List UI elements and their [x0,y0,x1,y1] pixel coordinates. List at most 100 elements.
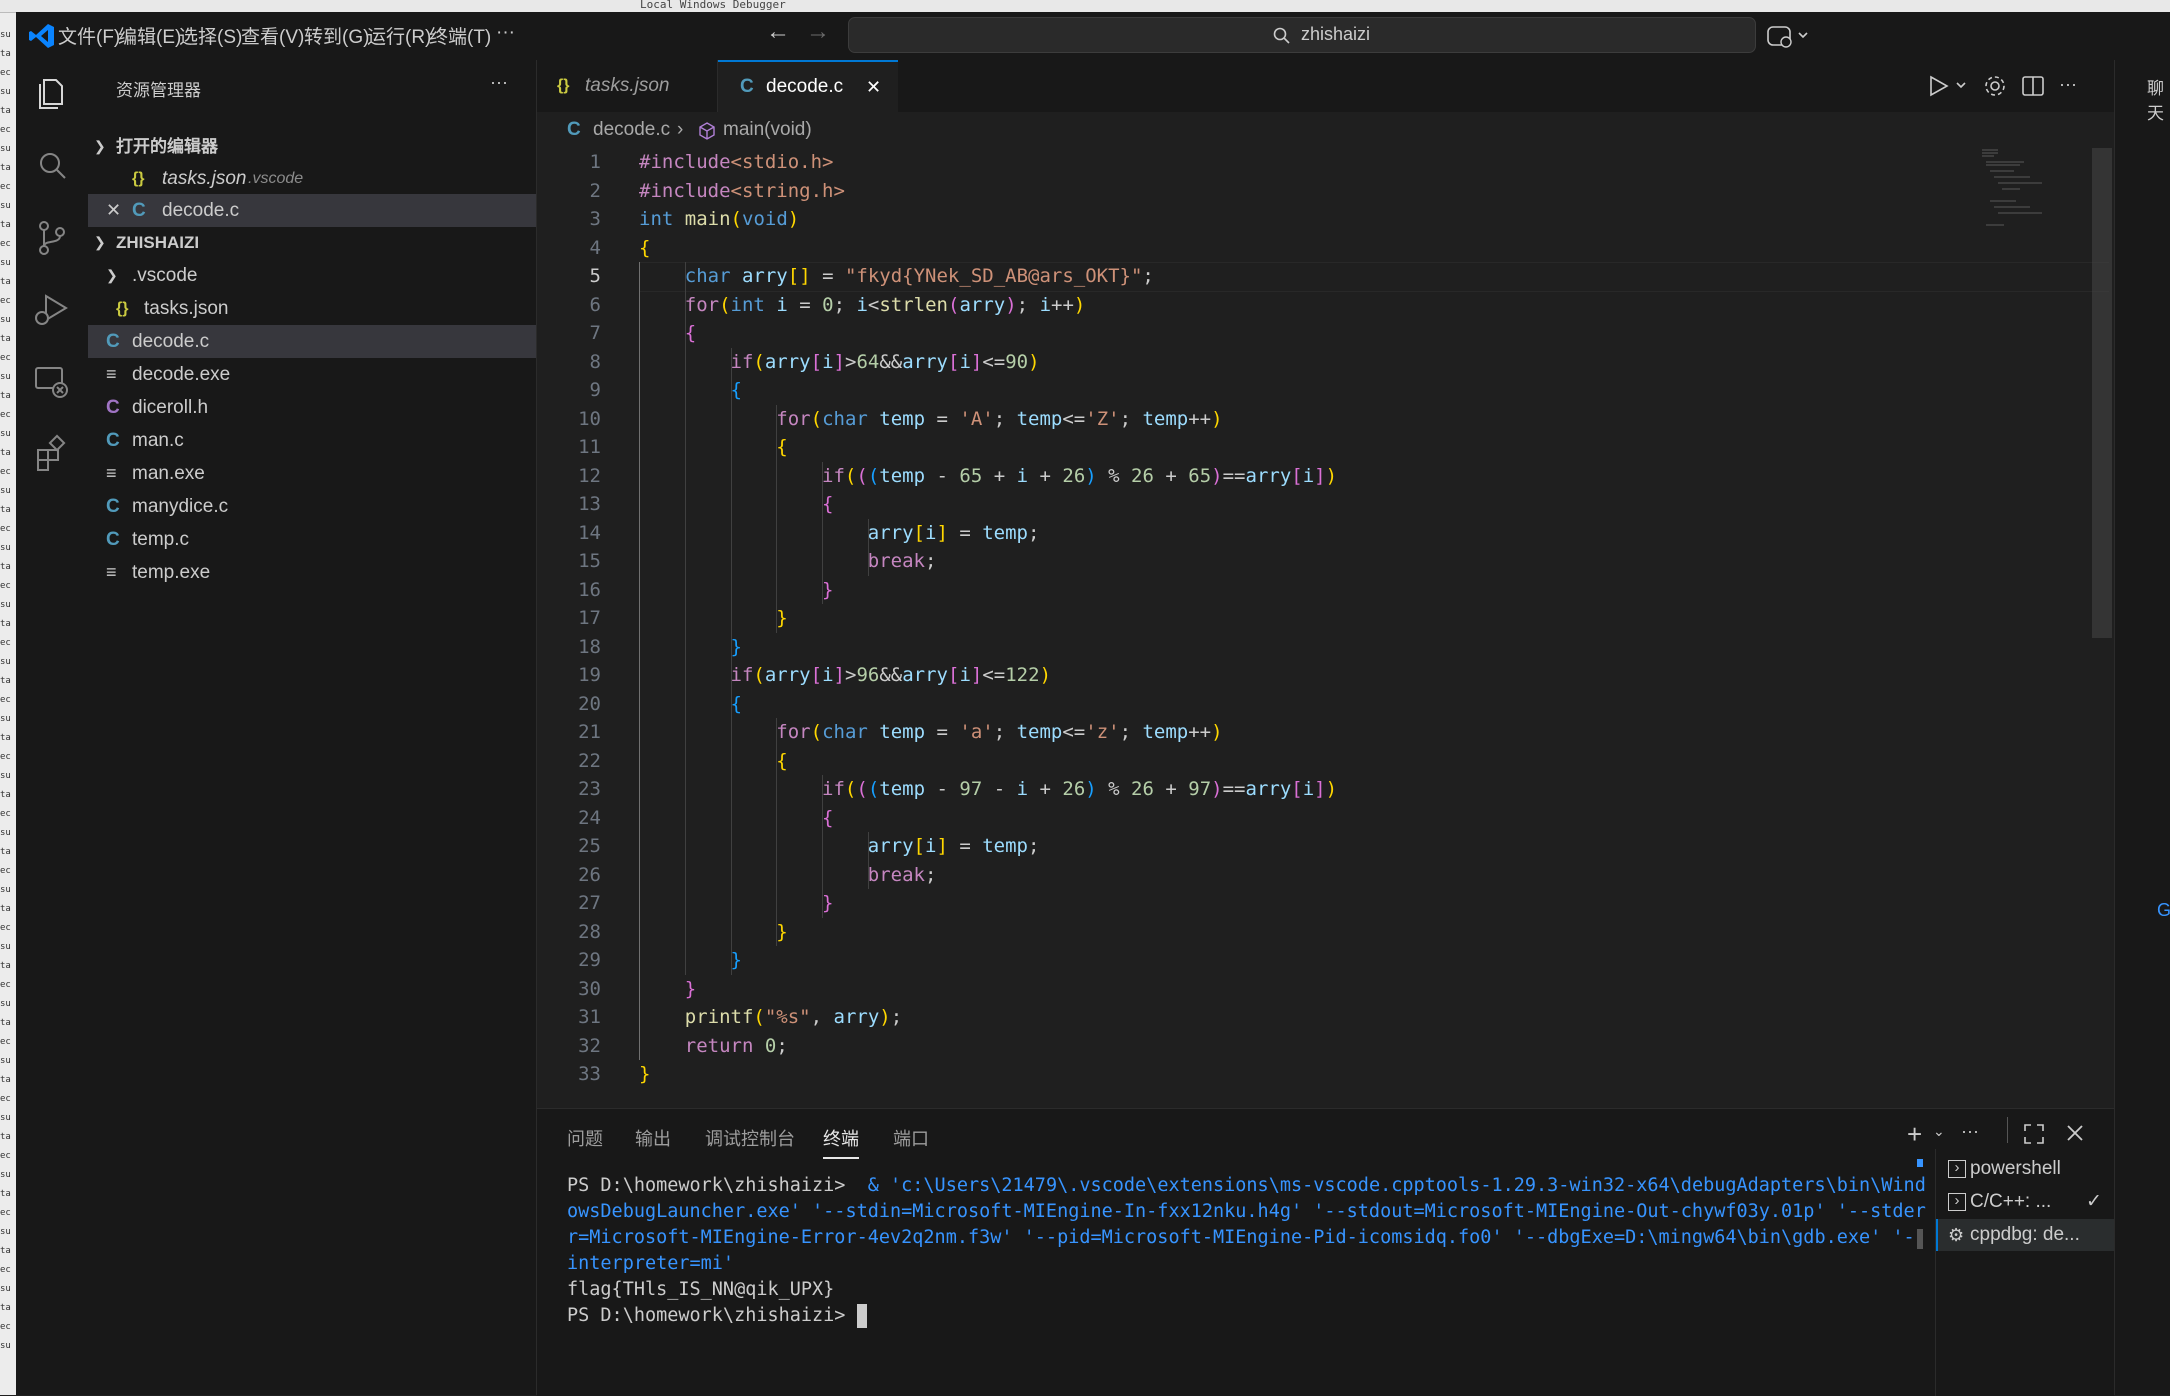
line-number: 28 [578,920,601,943]
terminal-item-cppdbg[interactable]: ⚙ cppdbg: de... [1936,1219,2117,1251]
chevron-down-icon[interactable]: ⌄ [1933,1123,1945,1140]
search-view-icon[interactable] [30,144,74,188]
line-number: 31 [578,1006,601,1028]
close-icon[interactable]: ✕ [106,194,121,227]
panel-more-icon[interactable]: ··· [1961,1121,1979,1142]
menu-edit[interactable]: 编辑(E) [118,22,181,49]
line-number: 32 [578,1034,601,1057]
back-arrow-icon[interactable]: ← [766,18,790,46]
forward-arrow-icon[interactable]: → [806,18,830,46]
file-decode-exe[interactable]: ≡ decode.exe [88,358,536,391]
sidebar-more-icon[interactable]: ··· [490,72,508,93]
code-line: { [776,436,788,458]
split-editor-icon[interactable] [2021,74,2045,98]
secondary-side-bar: 聊天 G [2114,60,2170,1395]
terminal-item-powershell[interactable]: › powershell [1936,1153,2115,1185]
open-editor-decode-c[interactable]: ✕ C decode.c [88,194,536,227]
code-line: for(int i = 0; i<strlen(arry); i++) [684,293,1086,316]
title-bar: 文件(F) 编辑(E) 选择(S) 查看(V) 转到(G) 运行(R) 终端(T… [16,12,2170,61]
new-terminal-icon[interactable]: + [1907,1119,1922,1150]
code-line: } [776,920,788,943]
code-line: if(arry[i]>64&&arry[i]<=90) [730,350,1040,373]
tab-output[interactable]: 输出 [635,1125,671,1151]
sidebar-title: 资源管理器 [116,81,201,100]
chat-link-letter: G [2157,900,2170,920]
c-file-icon: C [106,331,120,352]
terminal-line: owsDebugLauncher.exe' '--stdin=Microsoft… [567,1201,1926,1222]
line-number: 18 [578,635,601,658]
code-line: } [822,892,834,914]
line-number: 29 [578,949,601,971]
c-file-icon: C [567,119,581,140]
terminal-icon: › [1948,1193,1966,1211]
explorer-icon[interactable] [30,72,74,116]
json-file-icon: {} [132,170,145,187]
tab-tasks-json[interactable]: {} tasks.json [537,60,718,112]
code-line: } [730,949,742,971]
copilot-icon[interactable] [1766,22,1814,50]
tab-decode-c[interactable]: C decode.c ✕ [718,60,898,112]
h-file-icon: C [106,397,120,418]
line-number: 6 [589,293,601,316]
menu-run[interactable]: 运行(R) [367,22,431,49]
file-man-exe[interactable]: ≡ man.exe [88,457,536,490]
file-tasks-json[interactable]: {} tasks.json [88,292,536,325]
extensions-icon[interactable] [30,432,74,476]
menu-selection[interactable]: 选择(S) [179,22,242,49]
run-debug-icon[interactable] [30,288,74,332]
file-manydice-c[interactable]: C manydice.c [88,490,536,523]
menu-go[interactable]: 转到(G) [304,22,369,49]
gear-icon[interactable] [1983,74,2007,98]
menu-file[interactable]: 文件(F) [58,22,120,49]
c-file-icon: C [106,430,120,451]
file-diceroll-h[interactable]: C diceroll.h [88,391,536,424]
breadcrumb: C decode.c › main(void) [537,112,2114,148]
breadcrumb-symbol[interactable]: main(void) [723,112,812,148]
terminal-line: interpreter=mi' [567,1253,735,1274]
close-icon[interactable]: ✕ [866,62,881,112]
breadcrumb-file[interactable]: decode.c [593,112,670,148]
remote-explorer-icon[interactable] [30,360,74,404]
code-editor[interactable]: 1 2 3 4 5 6 7 8 9 10 11 12 13 14 15 16 17 18 19 20 21 22 23 24 2… [537,148,2114,1108]
line-number: 22 [578,749,601,772]
menu-view[interactable]: 查看(V) [241,22,304,49]
file-temp-exe[interactable]: ≡ temp.exe [88,556,536,589]
json-file-icon: {} [116,300,129,317]
tab-terminal[interactable]: 终端 [823,1125,859,1159]
code-line: if(((temp - 65 + i + 26) % 26 + 65)==arr… [822,464,1338,487]
tab-debug-console[interactable]: 调试控制台 [705,1125,795,1151]
editor-more-icon[interactable]: ··· [2059,74,2077,95]
line-number: 15 [578,550,601,572]
line-number: 14 [578,521,601,544]
close-panel-icon[interactable] [2065,1123,2085,1143]
file-man-c[interactable]: C man.c [88,424,536,457]
open-editor-tasks-json[interactable]: {} tasks.json .vscode [88,162,536,195]
source-control-icon[interactable] [30,216,74,260]
line-number: 1 [589,151,601,173]
folder-vscode[interactable]: ❯ .vscode [88,259,536,292]
c-file-icon: C [740,76,754,97]
menu-more[interactable]: ··· [496,22,515,44]
line-number: 26 [578,863,601,886]
maximize-panel-icon[interactable] [2023,1123,2045,1145]
terminal-item-cpp[interactable]: › C/C++: ... ✓ [1936,1186,2115,1218]
run-file-icon[interactable] [1927,74,1973,98]
tab-problems[interactable]: 问题 [567,1125,603,1151]
file-temp-c[interactable]: C temp.c [88,523,536,556]
terminal-scrollbar[interactable] [1917,1159,1923,1379]
editor-scrollbar[interactable] [2092,148,2112,638]
code-line: } [639,1063,651,1085]
minimap[interactable] [1980,148,2080,228]
tab-ports[interactable]: 端口 [893,1125,929,1151]
binary-file-icon: ≡ [106,364,117,384]
terminal-line: PS D:\homework\zhishaizi> & 'c:\Users\21… [567,1175,1926,1196]
chevron-right-icon: › [677,119,684,140]
code-line: { [822,493,834,515]
workspace-header[interactable]: ❯ ZHISHAIZI [88,226,536,259]
open-editors-header[interactable]: ❯ 打开的编辑器 [88,130,536,163]
menu-terminal[interactable]: 终端(T) [429,22,491,49]
command-center-search[interactable]: zhishaizi [848,17,1756,53]
file-decode-c[interactable]: C decode.c [88,325,536,358]
chat-tab[interactable]: 聊天 [2147,74,2170,124]
code-line: arry[i] = temp; [867,835,1040,857]
